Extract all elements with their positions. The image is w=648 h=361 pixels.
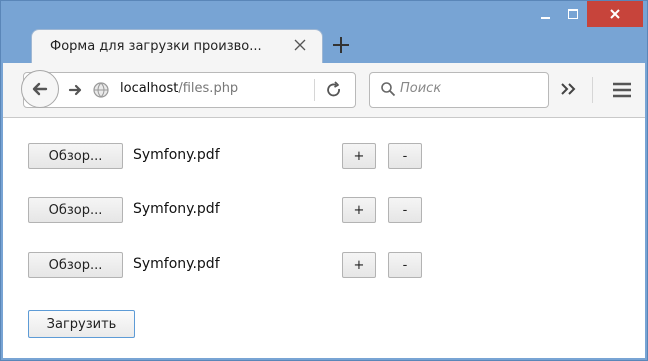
reload-icon[interactable] <box>325 81 343 99</box>
selected-filename: Symfony.pdf <box>133 147 220 163</box>
browser-tab[interactable]: Форма для загрузки произво... <box>31 29 323 64</box>
browse-button[interactable]: Обзор... <box>28 197 123 223</box>
page-content: Обзор... Symfony.pdf + - Обзор... Symfon… <box>3 118 645 358</box>
remove-row-button[interactable]: - <box>388 252 422 278</box>
close-icon <box>610 9 620 19</box>
url-divider <box>314 79 315 101</box>
globe-icon[interactable] <box>92 81 110 99</box>
add-row-button[interactable]: + <box>342 197 376 223</box>
back-arrow-icon <box>32 82 48 96</box>
tab-title: Форма для загрузки произво... <box>50 39 262 54</box>
url-path: /files.php <box>178 81 239 96</box>
add-row-button[interactable]: + <box>342 143 376 169</box>
search-placeholder: Поиск <box>400 81 442 96</box>
maximize-icon <box>568 9 578 19</box>
minimize-button[interactable] <box>531 1 559 27</box>
toolbar-divider <box>592 77 593 103</box>
double-chevron-icon[interactable] <box>559 81 577 97</box>
remove-row-button[interactable]: - <box>388 197 422 223</box>
selected-filename: Symfony.pdf <box>133 256 220 272</box>
hamburger-menu-icon[interactable] <box>612 82 632 98</box>
minimize-icon <box>540 17 550 19</box>
search-icon <box>381 82 396 97</box>
url-host: localhost <box>120 81 179 96</box>
selected-filename: Symfony.pdf <box>133 201 220 217</box>
close-icon[interactable] <box>292 37 308 53</box>
browse-button[interactable]: Обзор... <box>28 252 123 278</box>
back-button[interactable] <box>21 70 59 108</box>
maximize-button[interactable] <box>559 1 587 27</box>
search-bar[interactable]: Поиск <box>369 72 549 108</box>
upload-submit-button[interactable]: Загрузить <box>28 310 135 338</box>
plus-icon[interactable] <box>331 35 351 55</box>
add-row-button[interactable]: + <box>342 252 376 278</box>
window-close-button[interactable] <box>587 1 643 27</box>
remove-row-button[interactable]: - <box>388 143 422 169</box>
navigation-toolbar: localhost/files.php Поиск <box>3 63 645 118</box>
browser-window: Форма для загрузки произво... localhost/… <box>0 0 648 361</box>
url-bar[interactable]: localhost/files.php <box>21 70 356 108</box>
forward-arrow-icon[interactable] <box>68 82 84 98</box>
url-text[interactable]: localhost/files.php <box>120 81 238 96</box>
browse-button[interactable]: Обзор... <box>28 143 123 169</box>
